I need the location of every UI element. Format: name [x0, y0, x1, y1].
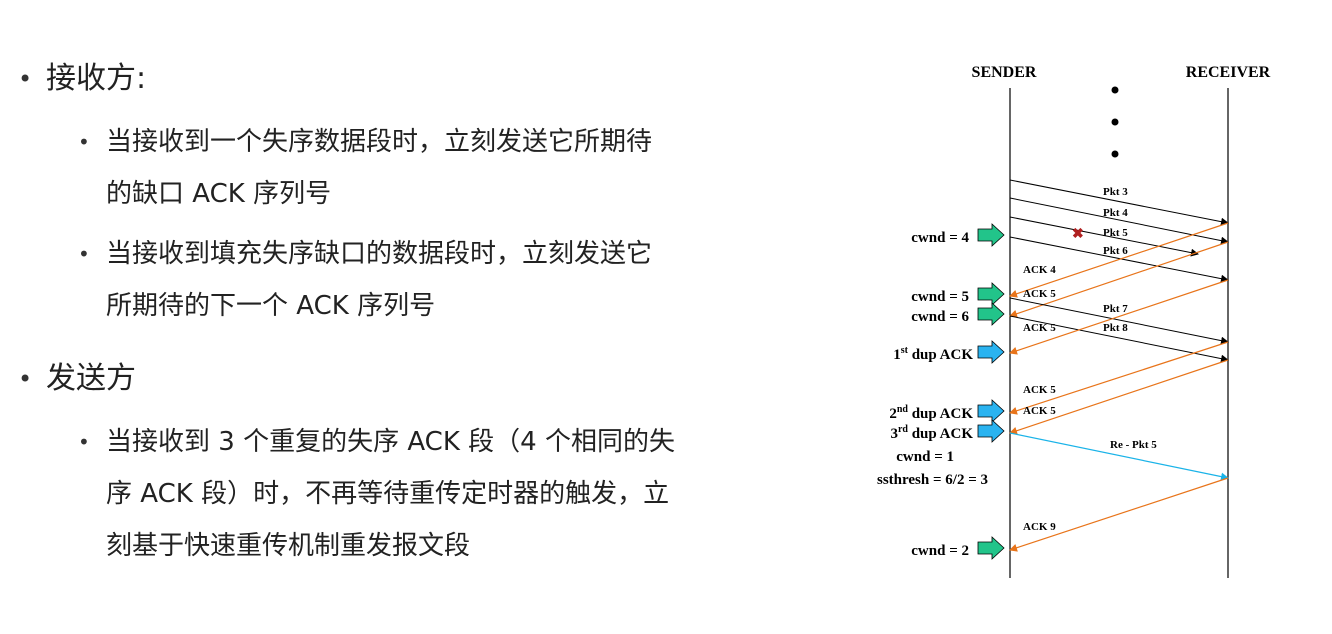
receiver-bullet-2: • 当接收到填充失序缺口的数据段时，立刻发送它所期待的下一个 ACK 序列号: [78, 228, 678, 332]
bullet-dot: •: [78, 130, 90, 154]
sender-heading-row: • 发送方: [18, 355, 136, 403]
dup3-arrow-icon: [977, 419, 1005, 443]
bullet-dot: •: [18, 365, 33, 393]
bullet-dot: •: [18, 65, 33, 93]
ack5d-label: ACK 5: [1023, 405, 1056, 417]
ack9-arrow: [1009, 477, 1229, 552]
cwnd2-arrow-icon: [977, 536, 1005, 560]
ellipsis-dot: [1111, 118, 1119, 126]
cwnd2-label: cwnd = 2: [911, 543, 969, 559]
ellipsis-dot: [1111, 86, 1119, 94]
ack5a-label: ACK 5: [1023, 288, 1056, 300]
pkt6-label: Pkt 6: [1103, 245, 1128, 257]
receiver-bullet-1-text: 当接收到一个失序数据段时，立刻发送它所期待的缺口 ACK 序列号: [106, 127, 653, 209]
pkt5-label: Pkt 5: [1103, 227, 1128, 239]
ack5d-arrow: [1009, 359, 1229, 435]
sender-heading: 发送方: [46, 361, 136, 396]
dup1-arrow-icon: [977, 340, 1005, 364]
ellipsis-dot: [1111, 150, 1119, 158]
cwnd4-arrow-icon: [977, 223, 1005, 247]
dup2-label: 2nd dup ACK: [889, 404, 973, 422]
receiver-label: RECEIVER: [1186, 64, 1271, 81]
fast-retransmit-diagram: SENDER RECEIVER Pkt 3 Pkt 4 Pkt 5 ✖ Pkt …: [877, 64, 1271, 578]
ack5c-label: ACK 5: [1023, 384, 1056, 396]
ack4-label: ACK 4: [1023, 264, 1056, 276]
sender-bullet-1-text: 当接收到 3 个重复的失序 ACK 段（4 个相同的失序 ACK 段）时，不再等…: [106, 427, 675, 561]
dup3-label: 3rd dup ACK: [890, 424, 973, 442]
receiver-heading-row: • 接收方:: [18, 55, 146, 103]
cwnd6-label: cwnd = 6: [911, 309, 969, 325]
cwnd5-arrow-icon: [977, 282, 1005, 306]
cwnd5-label: cwnd = 5: [911, 289, 969, 305]
pkt8-label: Pkt 8: [1103, 322, 1128, 334]
dup1-label: 1st dup ACK: [893, 345, 973, 363]
cwnd1-label: cwnd = 1: [896, 449, 954, 465]
pkt7-label: Pkt 7: [1103, 303, 1128, 315]
receiver-bullet-1: • 当接收到一个失序数据段时，立刻发送它所期待的缺口 ACK 序列号: [78, 116, 678, 220]
sender-label: SENDER: [972, 64, 1037, 81]
ack5c-arrow: [1009, 341, 1229, 415]
bullet-dot: •: [78, 430, 90, 454]
ack9-label: ACK 9: [1023, 521, 1056, 533]
dup2-arrow-icon: [977, 399, 1005, 423]
sender-bullet-1: • 当接收到 3 个重复的失序 ACK 段（4 个相同的失序 ACK 段）时，不…: [78, 416, 678, 572]
ssthresh-label: ssthresh = 6/2 = 3: [877, 472, 988, 488]
pkt4-label: Pkt 4: [1103, 207, 1128, 219]
cwnd6-arrow-icon: [977, 302, 1005, 326]
receiver-bullet-2-text: 当接收到填充失序缺口的数据段时，立刻发送它所期待的下一个 ACK 序列号: [106, 239, 653, 321]
cwnd4-label: cwnd = 4: [911, 230, 969, 246]
retransmit-label: Re - Pkt 5: [1110, 439, 1157, 451]
ack5b-label: ACK 5: [1023, 322, 1056, 334]
bullet-dot: •: [78, 242, 90, 266]
receiver-heading: 接收方:: [46, 61, 147, 96]
pkt3-label: Pkt 3: [1103, 186, 1128, 198]
loss-mark-icon: ✖: [1072, 227, 1084, 242]
